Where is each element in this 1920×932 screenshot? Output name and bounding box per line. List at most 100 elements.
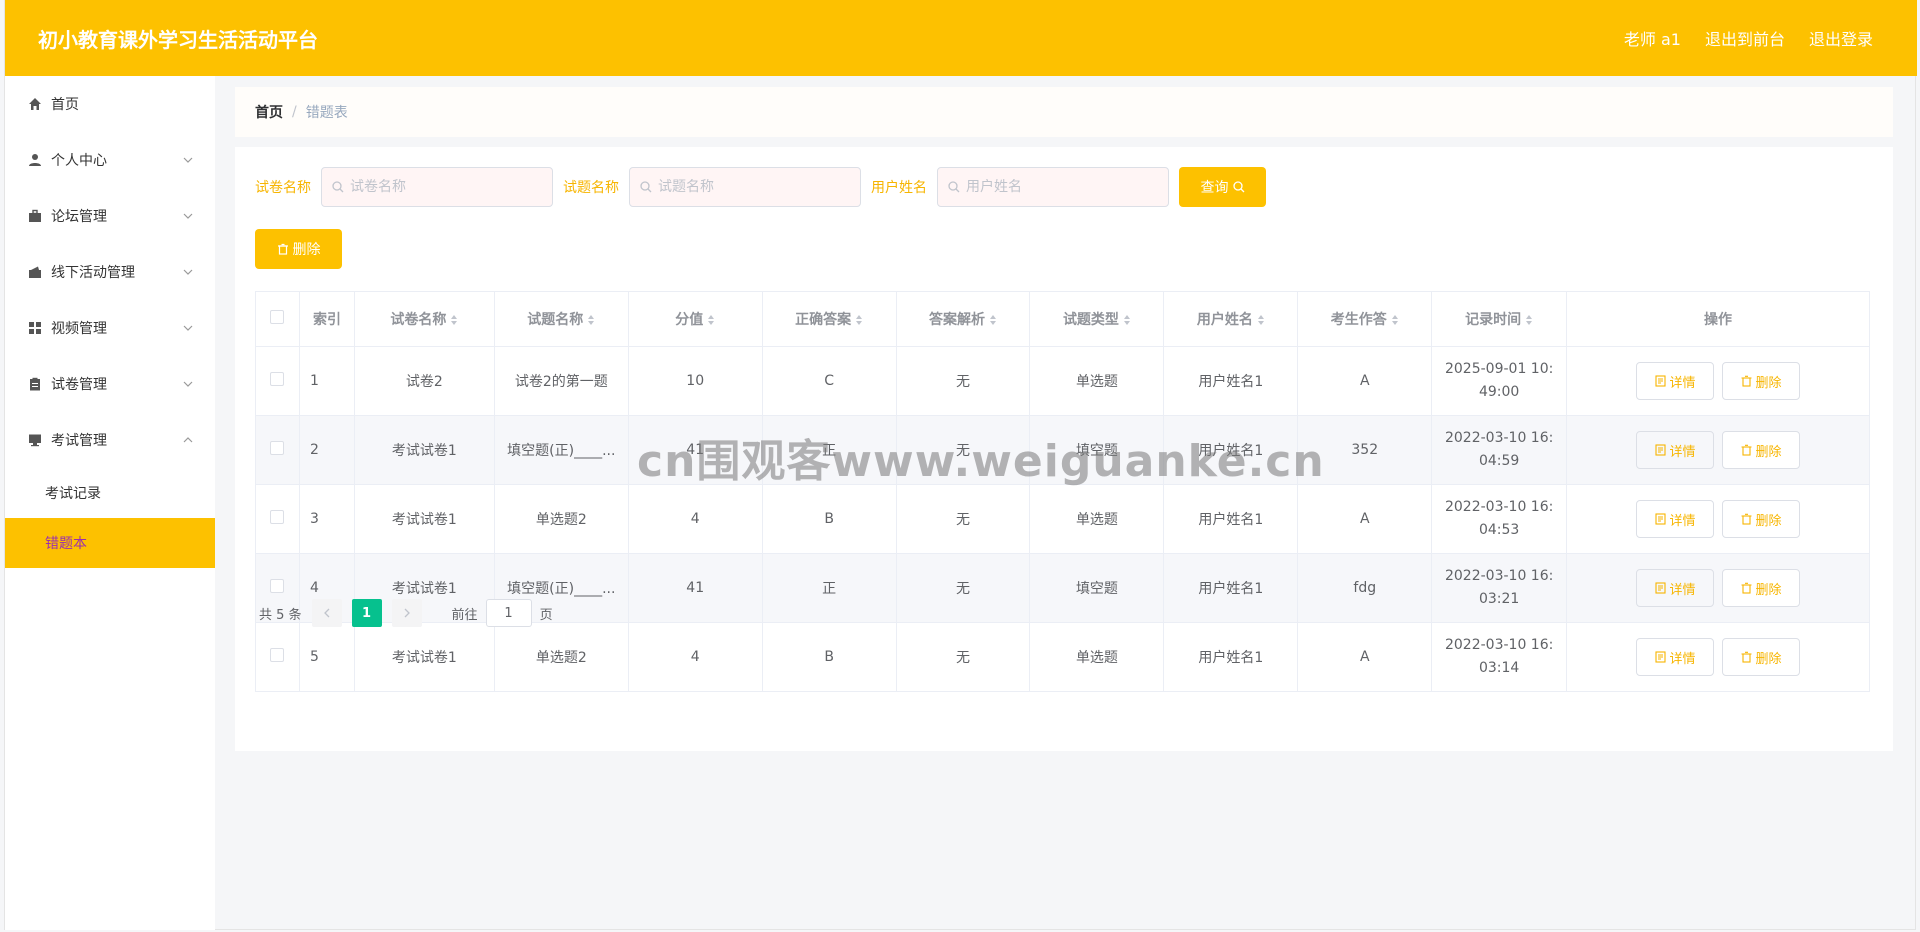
search-input-username[interactable] bbox=[966, 179, 1156, 195]
sidebar-item-offline-activity[interactable]: 线下活动管理 bbox=[5, 244, 215, 300]
detail-button[interactable]: 详情 bbox=[1636, 500, 1715, 538]
row-select-cell bbox=[255, 484, 300, 554]
row-checkbox[interactable] bbox=[270, 441, 285, 455]
breadcrumb: 首页 / 错题表 bbox=[235, 87, 1893, 137]
detail-button[interactable]: 详情 bbox=[1636, 638, 1715, 676]
column-header-question[interactable]: 试题名称 bbox=[494, 291, 629, 347]
row-delete-button[interactable]: 删除 bbox=[1722, 431, 1801, 469]
table-row: 2 考试试卷1 填空题(正)____... 41 正无填空题 用户姓名1 352 2022-0… bbox=[255, 415, 1870, 485]
cell-type: 单选题 bbox=[1029, 622, 1165, 692]
sort-icon bbox=[1257, 315, 1264, 325]
sidebar-item-label: 试卷管理 bbox=[51, 377, 107, 393]
sort-icon bbox=[1123, 315, 1130, 325]
row-checkbox[interactable] bbox=[270, 372, 285, 386]
sidebar: 首页 个人中心 论坛管理 线下活动管理 视频管理 试卷管理 考试管理 考试记录 … bbox=[5, 76, 215, 930]
sidebar-subitem-exam-record[interactable]: 考试记录 bbox=[5, 468, 215, 518]
table-body: 1 试卷2 试卷2的第一题 10 C 无单选题 用户姓名1 A 2025-09-01 10:49… bbox=[255, 346, 1870, 692]
select-all-checkbox[interactable] bbox=[270, 310, 285, 324]
column-header-paper[interactable]: 试卷名称 bbox=[354, 291, 495, 347]
row-checkbox[interactable] bbox=[270, 579, 285, 593]
goto-page-input[interactable] bbox=[485, 599, 532, 627]
sidebar-item-video[interactable]: 视频管理 bbox=[5, 300, 215, 356]
search-field-question bbox=[629, 167, 861, 207]
row-checkbox[interactable] bbox=[270, 648, 285, 662]
column-header-correct[interactable]: 正确答案 bbox=[762, 291, 897, 347]
query-button[interactable]: 查询 bbox=[1179, 167, 1266, 207]
cell-paper: 考试试卷1 bbox=[354, 484, 495, 554]
document-icon bbox=[1654, 375, 1666, 387]
page-number[interactable]: 1 bbox=[351, 599, 382, 627]
sidebar-item-home[interactable]: 首页 bbox=[5, 76, 215, 132]
detail-button[interactable]: 详情 bbox=[1636, 569, 1715, 607]
cell-paper: 考试试卷1 bbox=[354, 622, 495, 692]
cell-index: 2 bbox=[299, 415, 355, 485]
search-field-paper bbox=[321, 167, 553, 207]
sidebar-subitem-wrong-book[interactable]: 错题本 bbox=[5, 518, 215, 568]
cell-analysis: 无 bbox=[896, 346, 1031, 416]
row-delete-label: 删除 bbox=[1755, 582, 1782, 598]
cell-correct: B bbox=[762, 484, 897, 554]
table-row: 1 试卷2 试卷2的第一题 10 C 无单选题 用户姓名1 A 2025-09-01 10:49… bbox=[255, 346, 1870, 416]
row-delete-label: 删除 bbox=[1755, 444, 1782, 460]
detail-button[interactable]: 详情 bbox=[1636, 362, 1715, 400]
search-form: 试卷名称 试题名称 用户姓名 查询 bbox=[255, 167, 1266, 207]
sidebar-item-exam[interactable]: 考试管理 bbox=[5, 412, 215, 468]
column-header-analysis[interactable]: 答案解析 bbox=[896, 291, 1031, 347]
sidebar-item-forum[interactable]: 论坛管理 bbox=[5, 188, 215, 244]
cell-question: 单选题2 bbox=[494, 484, 629, 554]
header-logout[interactable]: 退出登录 bbox=[1809, 26, 1873, 50]
search-icon bbox=[332, 181, 344, 193]
cell-index: 5 bbox=[299, 622, 355, 692]
grid-icon bbox=[27, 320, 43, 336]
search-input-question[interactable] bbox=[658, 179, 848, 195]
row-delete-button[interactable]: 删除 bbox=[1722, 638, 1801, 676]
search-input-paper[interactable] bbox=[350, 179, 540, 195]
column-header-score[interactable]: 分值 bbox=[628, 291, 763, 347]
column-header-answer[interactable]: 考生作答 bbox=[1297, 291, 1433, 347]
cell-score: 41 bbox=[628, 553, 763, 623]
row-delete-button[interactable]: 删除 bbox=[1722, 500, 1801, 538]
batch-delete-button[interactable]: 删除 bbox=[255, 229, 342, 269]
column-header-time[interactable]: 记录时间 bbox=[1431, 291, 1568, 347]
row-checkbox[interactable] bbox=[270, 510, 285, 524]
cell-analysis: 无 bbox=[896, 622, 1031, 692]
row-select-cell bbox=[255, 346, 300, 416]
cell-answer: A bbox=[1297, 622, 1433, 692]
column-header-username[interactable]: 用户姓名 bbox=[1163, 291, 1299, 347]
breadcrumb-home[interactable]: 首页 bbox=[255, 102, 283, 122]
cell-analysis: 无 bbox=[896, 415, 1031, 485]
sort-icon bbox=[708, 315, 715, 325]
cell-index: 1 bbox=[299, 346, 355, 416]
cell-type: 填空题 bbox=[1029, 553, 1165, 623]
goto-prefix: 前往 bbox=[451, 607, 478, 623]
chevron-down-icon bbox=[183, 155, 193, 165]
row-delete-button[interactable]: 删除 bbox=[1722, 569, 1801, 607]
column-header-type[interactable]: 试题类型 bbox=[1029, 291, 1165, 347]
cell-answer: fdg bbox=[1297, 553, 1433, 623]
sort-icon bbox=[1391, 315, 1398, 325]
cell-actions: 详情 删除 bbox=[1566, 415, 1870, 485]
user-icon bbox=[27, 152, 43, 168]
cell-type: 单选题 bbox=[1029, 484, 1165, 554]
cell-analysis: 无 bbox=[896, 484, 1031, 554]
cell-score: 41 bbox=[628, 415, 763, 485]
cell-time: 2022-03-10 16:04:59 bbox=[1431, 415, 1568, 485]
column-header-index: 索引 bbox=[299, 291, 355, 347]
cell-question: 单选题2 bbox=[494, 622, 629, 692]
sidebar-item-label: 线下活动管理 bbox=[51, 265, 135, 281]
detail-button-label: 详情 bbox=[1669, 513, 1696, 529]
sidebar-item-paper[interactable]: 试卷管理 bbox=[5, 356, 215, 412]
next-page-button[interactable] bbox=[391, 599, 422, 627]
detail-button[interactable]: 详情 bbox=[1636, 431, 1715, 469]
cell-time: 2025-09-01 10:49:00 bbox=[1431, 346, 1568, 416]
header-user[interactable]: 老师 a1 bbox=[1624, 26, 1681, 50]
row-delete-button[interactable]: 删除 bbox=[1722, 362, 1801, 400]
header-exit-front[interactable]: 退出到前台 bbox=[1705, 26, 1785, 50]
detail-button-label: 详情 bbox=[1669, 582, 1696, 598]
sidebar-item-profile[interactable]: 个人中心 bbox=[5, 132, 215, 188]
breadcrumb-current: 错题表 bbox=[305, 105, 348, 121]
prev-page-button[interactable] bbox=[311, 599, 342, 627]
sidebar-item-label: 首页 bbox=[51, 97, 79, 113]
cell-correct: C bbox=[762, 346, 897, 416]
cell-score: 4 bbox=[628, 484, 763, 554]
